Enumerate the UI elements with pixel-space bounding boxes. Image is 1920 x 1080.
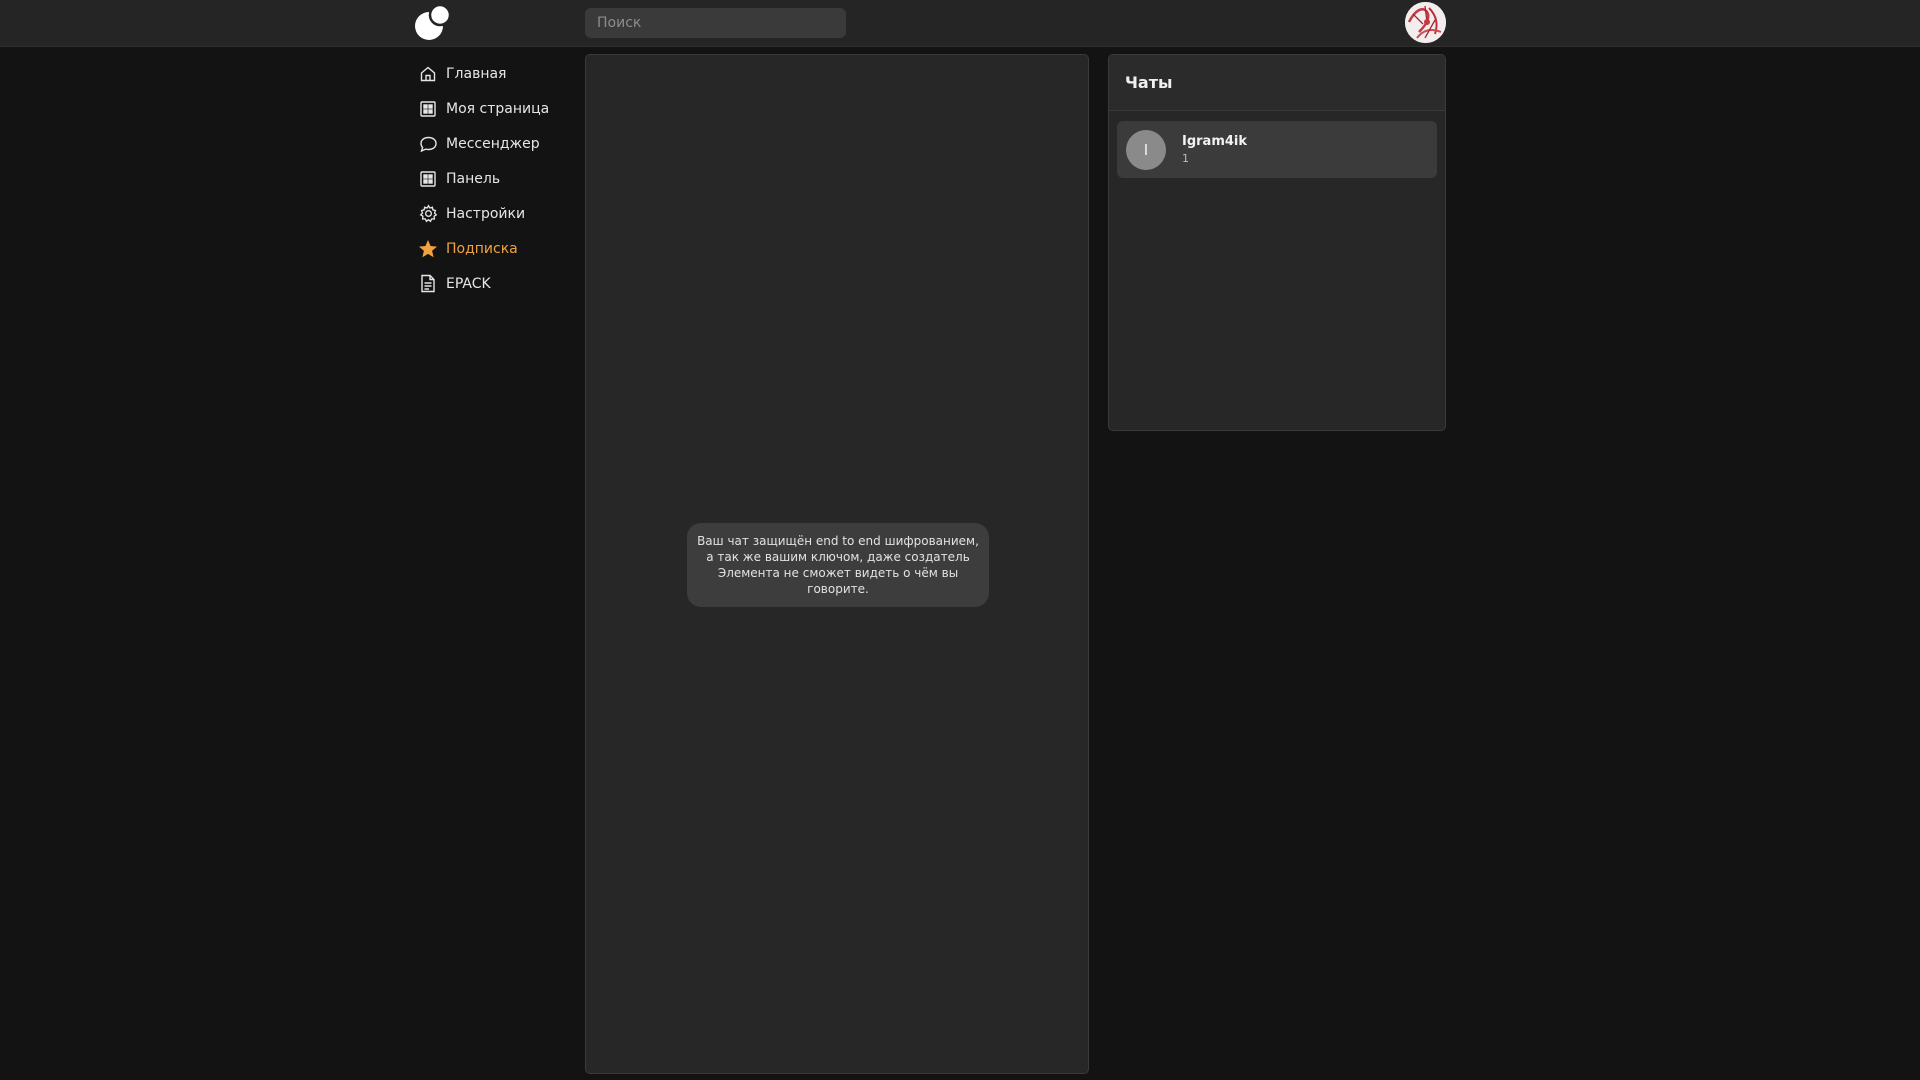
sidebar-item-settings[interactable]: Настройки [418,196,578,231]
sidebar-item-label: Мессенджер [446,135,540,152]
grid-icon [418,99,438,119]
sidebar-item-label: EPACK [446,275,491,292]
home-icon [418,64,438,84]
chat-bubble-icon [418,134,438,154]
avatar: I [1126,129,1166,170]
sidebar-item-label: Панель [446,170,501,187]
sidebar-item-home[interactable]: Главная [418,56,578,91]
chats-panel: Чаты I Igram4ik 1 [1108,54,1446,431]
top-bar [0,0,1920,47]
sidebar-item-label: Подписка [446,240,518,257]
gear-icon [418,204,438,224]
sidebar-item-label: Настройки [446,205,526,222]
bubbles-logo-icon[interactable] [414,3,454,43]
encryption-notice: Ваш чат защищён end to end шифрованием, … [687,523,989,607]
chat-list-item-text: Igram4ik 1 [1182,133,1247,167]
document-icon [418,274,438,294]
sidebar-item-panel[interactable]: Панель [418,161,578,196]
sidebar-nav: Главная Моя страница Мессенджер Панель Н… [418,56,578,301]
chat-window: Ваш чат защищён end to end шифрованием, … [585,54,1089,1074]
chat-list-item[interactable]: I Igram4ik 1 [1117,121,1437,178]
sidebar-item-label: Главная [446,65,507,82]
sidebar-item-subscription[interactable]: Подписка [418,231,578,266]
star-icon [418,239,438,259]
grid-icon [418,169,438,189]
chats-title: Чаты [1109,55,1445,111]
search-input[interactable] [585,8,846,38]
sidebar-item-my-page[interactable]: Моя страница [418,91,578,126]
sidebar-item-messenger[interactable]: Мессенджер [418,126,578,161]
sidebar-item-label: Моя страница [446,100,550,117]
user-avatar[interactable] [1405,2,1446,43]
chat-last-message: 1 [1182,151,1189,165]
chat-name: Igram4ik [1182,133,1248,149]
sidebar-item-epack[interactable]: EPACK [418,266,578,301]
